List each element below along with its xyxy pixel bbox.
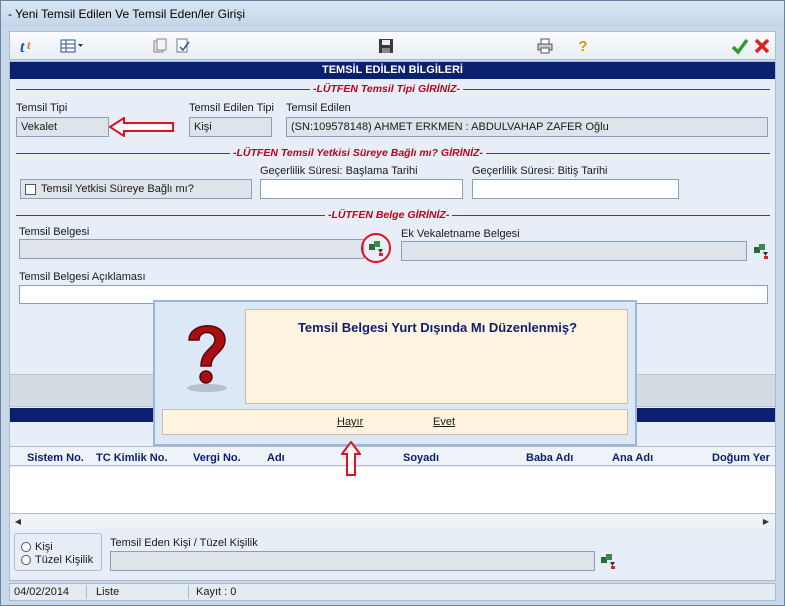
help-icon[interactable]: ? [573,35,593,57]
no-button[interactable]: Hayır [337,416,363,428]
temsil-edilen-tipi-label: Temsil Edilen Tipi [189,102,274,114]
radio-tuzel-circle[interactable] [21,555,31,565]
divider-sureye-bagli-text: LÜTFEN Temsil Yetkisi Süreye Bağlı mı? G… [236,147,480,159]
column-dogum-yeri[interactable]: Doğum Yer [712,452,770,468]
divider-sureye-bagli: -LÜTFEN Temsil Yetkisi Süreye Bağlı mı? … [230,147,486,159]
main-window: - Yeni Temsil Edilen Ve Temsil Eden/ler … [0,0,785,606]
temsil-eden-lookup-icon[interactable] [600,553,616,569]
toolbar: tt ? [9,31,776,60]
radio-kisi-label: Kişi [35,541,53,553]
status-separator [86,585,87,599]
dialog-button-bar: Hayır Evet [162,409,628,435]
temsil-tipi-label: Temsil Tipi [16,102,68,114]
ek-vekaletname-field[interactable] [401,241,747,261]
scroll-right-icon[interactable]: ▶ [760,516,772,528]
confirm-icon[interactable] [730,35,750,57]
temsil-tipi-field[interactable]: Vekalet [16,117,109,137]
status-date: 04/02/2014 [14,586,70,598]
scroll-left-icon[interactable]: ◀ [12,516,24,528]
divider-temsil-tipi: -LÜTFEN Temsil Tipi GİRİNİZ- [310,83,464,95]
status-separator [188,585,189,599]
sureye-bagli-label: Temsil Yetkisi Süreye Bağlı mı? [41,183,194,195]
temsil-belgesi-label: Temsil Belgesi [19,226,90,238]
annotation-arrow-up-icon [340,440,362,480]
temsil-eden-radio-group: Kişi Tüzel Kişilik [14,533,102,571]
baslama-tarihi-field[interactable] [260,179,463,199]
annotation-arrow-left-icon [108,116,175,140]
title-bar: - Yeni Temsil Edilen Ve Temsil Eden/ler … [1,1,784,27]
baslama-tarihi-label: Geçerlilik Süresi: Başlama Tarihi [260,165,418,177]
temsil-edilen-label: Temsil Edilen [286,102,351,114]
checkbox-box[interactable] [25,183,36,195]
temsil-belgesi-field[interactable] [19,239,364,259]
column-sistem-no[interactable]: Sistem No. [27,452,84,468]
temsil-belgesi-lookup-icon[interactable] [368,240,384,256]
aciklama-label: Temsil Belgesi Açıklaması [19,271,146,283]
table-menu-icon[interactable] [58,35,86,57]
dialog-message: Temsil Belgesi Yurt Dışında Mı Düzenlenm… [297,320,578,335]
divider-belge: -LÜTFEN Belge GİRİNİZ- [325,209,453,221]
column-adi[interactable]: Adı [267,452,285,468]
question-dialog: Temsil Belgesi Yurt Dışında Mı Düzenlenm… [153,300,637,446]
bitis-tarihi-label: Geçerlilik Süresi: Bitiş Tarihi [472,165,608,177]
radio-tuzel-label: Tüzel Kişilik [35,554,94,566]
check-doc-icon[interactable] [173,35,193,57]
svg-text:t: t [27,38,31,52]
column-baba-adi[interactable]: Baba Adı [526,452,573,468]
bitis-tarihi-field[interactable] [472,179,679,199]
column-vergi-no[interactable]: Vergi No. [193,452,241,468]
divider-temsil-tipi-text: LÜTFEN Temsil Tipi GİRİNİZ [316,83,457,95]
column-ana-adi[interactable]: Ana Adı [612,452,653,468]
status-mode: Liste [96,586,120,598]
divider-belge-text: LÜTFEN Belge GİRİNİZ [331,209,446,221]
ek-vekaletname-label: Ek Vekaletname Belgesi [401,228,520,240]
copy-icon[interactable] [150,35,170,57]
temsil-eden-label: Temsil Eden Kişi / Tüzel Kişilik [110,537,258,549]
status-record-count: Kayıt : 0 [196,586,237,598]
radio-kisi[interactable]: Kişi [21,541,53,553]
sureye-bagli-checkbox[interactable]: Temsil Yetkisi Süreye Bağlı mı? [20,179,252,199]
temsil-eden-field[interactable] [110,551,595,571]
print-icon[interactable] [535,35,555,57]
radio-kisi-circle[interactable] [21,542,31,552]
app-logo-icon[interactable]: tt [16,35,40,57]
temsil-edilen-field[interactable]: (SN:109578148) AHMET ERKMEN : ABDULVAHAP… [286,117,768,137]
question-mark-icon [177,316,237,396]
yes-button[interactable]: Evet [433,416,455,428]
section-title: TEMSİL EDİLEN BİLGİLERİ [10,62,775,79]
save-icon[interactable] [376,35,396,57]
radio-tuzel[interactable]: Tüzel Kişilik [21,554,93,566]
cancel-icon[interactable] [752,35,772,57]
ek-vekaletname-lookup-icon[interactable] [753,243,769,259]
window-title: - Yeni Temsil Edilen Ve Temsil Eden/ler … [8,7,245,21]
column-soyadi[interactable]: Soyadı [403,452,439,468]
status-bar: 04/02/2014 Liste Kayıt : 0 [9,583,776,601]
horizontal-scrollbar[interactable]: ◀ ▶ [10,513,775,529]
temsil-edilen-tipi-field[interactable]: Kişi [189,117,272,137]
column-tc-kimlik-no[interactable]: TC Kimlik No. [96,452,168,468]
svg-text:t: t [20,39,25,56]
message-box: Temsil Belgesi Yurt Dışında Mı Düzenlenm… [245,309,628,404]
